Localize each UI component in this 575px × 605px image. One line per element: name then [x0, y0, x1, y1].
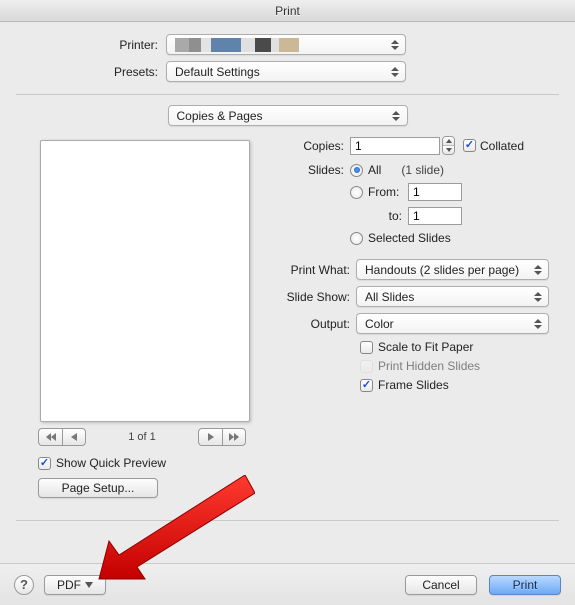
page-indicator: 1 of 1	[86, 431, 198, 443]
collated-label: Collated	[480, 139, 524, 153]
output-value: Color	[365, 317, 394, 331]
chevron-updown-icon	[387, 37, 402, 52]
presets-value: Default Settings	[175, 65, 260, 79]
chevron-updown-icon	[530, 262, 545, 277]
window-title: Print	[0, 0, 575, 22]
page-setup-button[interactable]: Page Setup...	[38, 478, 158, 498]
slide-show-value: All Slides	[365, 290, 414, 304]
last-page-button[interactable]	[222, 428, 246, 446]
copies-input[interactable]	[350, 137, 440, 155]
frame-checkbox[interactable]	[360, 379, 373, 392]
cancel-label: Cancel	[422, 578, 459, 592]
slides-all-label: All	[368, 163, 381, 177]
copies-label: Copies:	[282, 139, 350, 153]
hidden-checkbox	[360, 360, 373, 373]
collated-checkbox[interactable]	[463, 139, 476, 152]
prev-page-button[interactable]	[62, 428, 86, 446]
slide-count: (1 slide)	[401, 163, 444, 177]
preview-page	[40, 140, 250, 422]
scale-checkbox[interactable]	[360, 341, 373, 354]
slides-to-input[interactable]	[408, 207, 462, 225]
copies-stepper[interactable]	[442, 136, 455, 155]
quick-preview-checkbox[interactable]	[38, 457, 51, 470]
print-what-value: Handouts (2 slides per page)	[365, 263, 519, 277]
divider	[16, 520, 559, 521]
output-label: Output:	[282, 317, 356, 331]
chevron-updown-icon	[387, 64, 402, 79]
section-value: Copies & Pages	[177, 109, 263, 123]
page-setup-label: Page Setup...	[62, 481, 135, 495]
divider	[16, 94, 559, 95]
print-label: Print	[513, 578, 538, 592]
frame-label: Frame Slides	[378, 378, 449, 392]
slides-label: Slides:	[282, 163, 350, 177]
hidden-label: Print Hidden Slides	[378, 359, 480, 373]
chevron-updown-icon	[530, 289, 545, 304]
slides-from-label: From:	[368, 185, 408, 199]
slides-all-radio[interactable]	[350, 164, 363, 177]
chevron-updown-icon	[389, 108, 404, 123]
slide-show-select[interactable]: All Slides	[356, 286, 549, 307]
slides-selected-label: Selected Slides	[368, 231, 451, 245]
quick-preview-label: Show Quick Preview	[56, 456, 166, 470]
printer-label: Printer:	[16, 38, 166, 52]
pdf-label: PDF	[57, 578, 81, 592]
first-page-button[interactable]	[38, 428, 62, 446]
output-select[interactable]: Color	[356, 313, 549, 334]
pdf-menu-button[interactable]: PDF	[44, 575, 106, 595]
help-button[interactable]: ?	[14, 575, 34, 595]
section-select[interactable]: Copies & Pages	[168, 105, 408, 126]
slides-from-radio[interactable]	[350, 186, 363, 199]
print-what-select[interactable]: Handouts (2 slides per page)	[356, 259, 549, 280]
triangle-down-icon	[85, 582, 93, 588]
chevron-updown-icon	[530, 316, 545, 331]
slides-to-label: to:	[368, 209, 408, 223]
print-what-label: Print What:	[282, 263, 356, 277]
print-button[interactable]: Print	[489, 575, 561, 595]
presets-label: Presets:	[16, 65, 166, 79]
printer-select[interactable]	[166, 34, 406, 55]
next-page-button[interactable]	[198, 428, 222, 446]
cancel-button[interactable]: Cancel	[405, 575, 477, 595]
slide-show-label: Slide Show:	[282, 290, 356, 304]
slides-selected-radio[interactable]	[350, 232, 363, 245]
scale-label: Scale to Fit Paper	[378, 340, 473, 354]
slides-from-input[interactable]	[408, 183, 462, 201]
printer-name-redacted	[175, 38, 299, 52]
presets-select[interactable]: Default Settings	[166, 61, 406, 82]
